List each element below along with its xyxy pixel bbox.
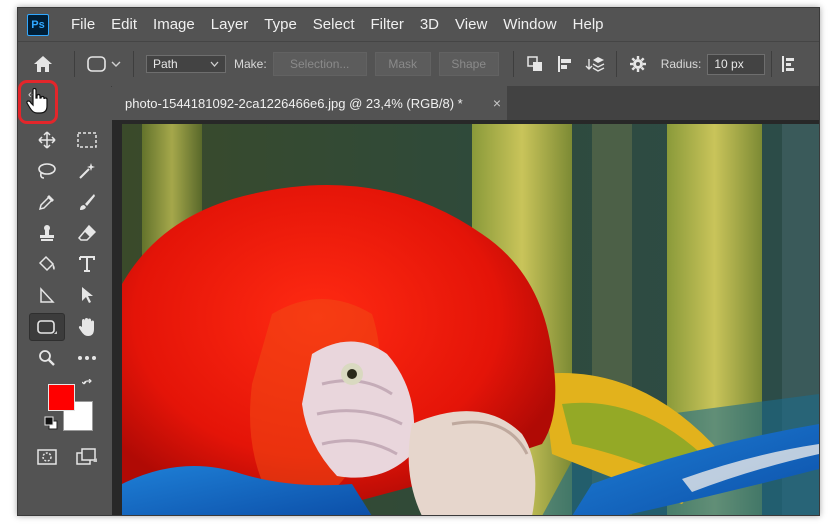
- align-icon: [557, 56, 571, 72]
- rectangle-tool[interactable]: [29, 313, 65, 341]
- paint-bucket-icon: [38, 255, 55, 272]
- mode-select[interactable]: Path: [146, 55, 226, 73]
- tool-preset-picker[interactable]: [81, 51, 127, 77]
- menu-edit[interactable]: Edit: [103, 8, 145, 41]
- toolbox: ‹‹: [18, 86, 111, 515]
- make-selection-button[interactable]: Selection...: [272, 52, 367, 76]
- radius-label: Radius:: [660, 57, 702, 71]
- document-tab-bar: photo-1544181092-2ca1226466e6.jpg @ 23,4…: [112, 86, 819, 120]
- document-tab-title: photo-1544181092-2ca1226466e6.jpg @ 23,4…: [125, 95, 463, 111]
- menu-filter[interactable]: Filter: [363, 8, 412, 41]
- document-image[interactable]: [122, 124, 819, 515]
- close-tab-icon[interactable]: ×: [493, 95, 501, 111]
- home-icon: [34, 56, 52, 72]
- brush-tool[interactable]: [74, 190, 100, 214]
- canvas-area[interactable]: [112, 120, 819, 515]
- eraser-icon: [78, 224, 96, 241]
- quick-mask-icon: [37, 449, 57, 465]
- divider: [133, 51, 134, 77]
- arrow-cursor-icon: [82, 287, 93, 303]
- home-button[interactable]: [18, 51, 68, 77]
- eyedropper-tool[interactable]: [34, 190, 60, 214]
- document-tab[interactable]: photo-1544181092-2ca1226466e6.jpg @ 23,4…: [112, 86, 507, 120]
- path-arrangement-button[interactable]: [580, 51, 610, 77]
- menu-type[interactable]: Type: [256, 8, 305, 41]
- rounded-rectangle-icon: [87, 56, 121, 72]
- chevron-down-icon: [210, 61, 219, 67]
- swap-colors-button[interactable]: [81, 378, 95, 392]
- align-edges-button[interactable]: [778, 51, 798, 77]
- quick-mask-button[interactable]: [34, 445, 60, 469]
- divider: [771, 51, 773, 77]
- magic-wand-tool[interactable]: [74, 159, 100, 183]
- menu-file[interactable]: File: [63, 8, 103, 41]
- photoshop-window: Ps File Edit Image Layer Type Select Fil…: [17, 7, 820, 516]
- type-tool[interactable]: [74, 252, 100, 276]
- menu-view[interactable]: View: [447, 8, 495, 41]
- settings-button[interactable]: [623, 51, 653, 77]
- rectangular-marquee-icon: [77, 132, 97, 148]
- hand-tool[interactable]: [74, 315, 100, 339]
- menu-image[interactable]: Image: [145, 8, 203, 41]
- magic-wand-icon: [79, 163, 95, 179]
- ellipsis-icon: [78, 356, 96, 360]
- divider: [512, 51, 514, 77]
- align-edges-icon: [782, 56, 795, 72]
- divider: [615, 51, 617, 77]
- direct-selection-tool[interactable]: [74, 283, 100, 307]
- screen-mode-button[interactable]: [74, 445, 100, 469]
- move-icon: [38, 131, 56, 149]
- arrange-icon: [585, 57, 605, 72]
- menu-window[interactable]: Window: [495, 8, 564, 41]
- menu-select[interactable]: Select: [305, 8, 363, 41]
- hand-pointer-icon: [26, 88, 48, 114]
- magnifier-icon: [39, 350, 55, 366]
- ps-logo: Ps: [27, 13, 49, 36]
- radius-input[interactable]: 10 px: [707, 53, 766, 75]
- make-shape-button[interactable]: Shape: [438, 52, 499, 76]
- macaw-photo: [122, 124, 819, 515]
- path-selection-tool[interactable]: [34, 283, 60, 307]
- more-tools-button[interactable]: [74, 346, 100, 370]
- path-operations-button[interactable]: [520, 51, 550, 77]
- default-colors-button[interactable]: [43, 415, 59, 431]
- type-icon: [79, 256, 95, 272]
- default-colors-icon: [44, 416, 58, 430]
- marquee-tool[interactable]: [74, 128, 100, 152]
- menu-bar: Ps File Edit Image Layer Type Select Fil…: [18, 8, 819, 41]
- screen-mode-icon: [76, 448, 97, 465]
- lasso-icon: [38, 163, 56, 179]
- mode-select-value: Path: [153, 57, 178, 71]
- path-selection-icon: [40, 287, 55, 303]
- menu-3d[interactable]: 3D: [412, 8, 447, 41]
- path-operations-icon: [526, 56, 542, 71]
- menu-layer[interactable]: Layer: [203, 8, 257, 41]
- gear-icon: [629, 56, 646, 72]
- lasso-tool[interactable]: [34, 159, 60, 183]
- stamp-icon: [40, 225, 54, 241]
- foreground-color-swatch[interactable]: [48, 384, 75, 411]
- eyedropper-icon: [38, 195, 54, 211]
- hand-icon: [78, 318, 94, 336]
- eraser-tool[interactable]: [74, 221, 100, 245]
- make-label: Make:: [234, 57, 267, 71]
- zoom-tool[interactable]: [34, 346, 60, 370]
- path-alignment-button[interactable]: [550, 51, 580, 77]
- rounded-rectangle-icon: [37, 320, 57, 334]
- brush-icon: [80, 194, 95, 210]
- divider: [74, 51, 75, 77]
- move-tool[interactable]: [34, 128, 60, 152]
- paint-bucket-tool[interactable]: [34, 252, 60, 276]
- clone-stamp-tool[interactable]: [34, 221, 60, 245]
- options-bar: Path Make: Selection... Mask Shape Radiu…: [18, 41, 819, 87]
- make-mask-button[interactable]: Mask: [374, 52, 431, 76]
- menu-help[interactable]: Help: [565, 8, 612, 41]
- swap-arrows-icon: [82, 379, 92, 385]
